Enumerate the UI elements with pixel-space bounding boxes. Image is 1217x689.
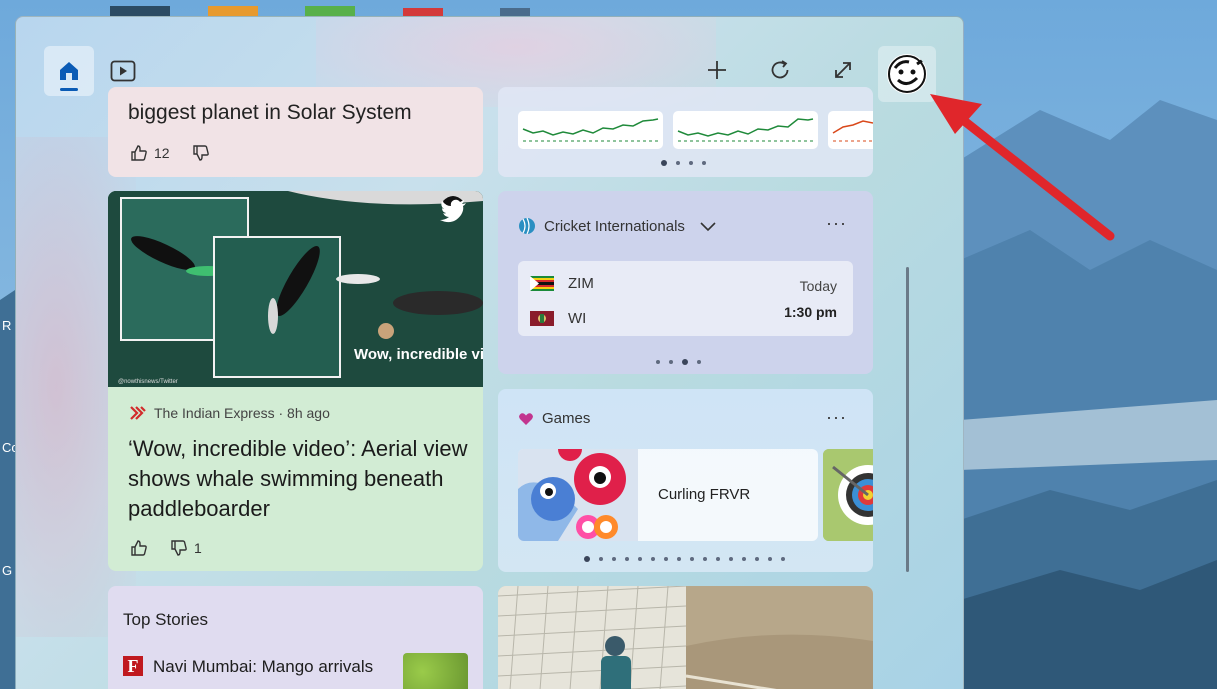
stock-sparkline[interactable] — [828, 111, 873, 149]
match-score-card[interactable]: ZIM WI Today 1:30 pm — [518, 261, 853, 336]
story-thumbnail — [403, 653, 468, 689]
news-card-whale[interactable]: Wow, incredible video!! @nowthisnews/Twi… — [108, 191, 483, 571]
stock-sparkline[interactable] — [673, 111, 818, 149]
match-time: 1:30 pm — [784, 304, 837, 320]
plus-icon — [708, 61, 726, 79]
news-image: Wow, incredible video!! @nowthisnews/Twi… — [108, 191, 483, 387]
news-source: The Indian Express · 8h ago — [128, 404, 330, 422]
expand-icon — [835, 62, 851, 78]
game-tile[interactable] — [823, 449, 873, 541]
story-item[interactable]: F Navi Mumbai: Mango arrivals — [123, 656, 398, 678]
team-row: ZIM — [530, 275, 594, 292]
news-card-photo[interactable] — [498, 586, 873, 689]
stocks-card[interactable] — [498, 87, 873, 177]
widgets-panel: biggest planet in Solar System 12 Wow, i… — [15, 16, 964, 689]
reactions-row: 1 — [130, 539, 202, 557]
tab-home[interactable] — [44, 46, 94, 96]
whale-aerial-photo: Wow, incredible video!! @nowthisnews/Twi… — [108, 191, 483, 387]
game-title: Curling FRVR — [658, 486, 751, 503]
chevron-down-icon[interactable] — [699, 220, 717, 232]
publisher-logo-icon — [130, 406, 146, 420]
avatar-face-icon — [888, 55, 926, 93]
home-icon — [60, 62, 78, 80]
widget-header: Games — [518, 410, 590, 427]
sparkline-chart — [677, 118, 814, 142]
curling-game-art — [518, 449, 638, 541]
refresh-button[interactable] — [760, 50, 800, 90]
expand-button[interactable] — [823, 50, 863, 90]
reactions-row: 12 — [130, 144, 210, 162]
desktop-icon-label: R — [2, 318, 12, 333]
news-card-planet[interactable]: biggest planet in Solar System 12 — [108, 87, 483, 177]
team-row: WI — [530, 310, 586, 327]
thumbs-down-icon[interactable] — [170, 539, 188, 557]
image-overlay-text: Wow, incredible video!! — [354, 346, 483, 363]
heart-icon — [519, 412, 533, 425]
news-title: biggest planet in Solar System — [128, 101, 412, 124]
sparkline-chart — [832, 120, 873, 142]
widget-header[interactable]: Cricket Internationals — [518, 217, 717, 235]
cricket-practice-photo — [498, 586, 873, 689]
add-widget-button[interactable] — [697, 50, 737, 90]
profile-button[interactable] — [878, 46, 936, 102]
archery-game-art — [823, 449, 873, 541]
zimbabwe-flag-icon — [530, 276, 554, 291]
more-options-button[interactable]: ··· — [826, 213, 847, 234]
refresh-icon — [771, 60, 789, 79]
match-day: Today — [799, 278, 837, 294]
game-thumbnail — [518, 449, 638, 541]
widget-title: Cricket Internationals — [544, 217, 685, 235]
cricket-widget[interactable]: Cricket Internationals ··· ZIM WI Today … — [498, 191, 873, 374]
stories-header: Top Stories — [123, 610, 209, 629]
like-count: 12 — [154, 145, 170, 161]
story-title: Navi Mumbai: Mango arrivals — [153, 657, 374, 676]
west-indies-flag-icon — [530, 311, 554, 326]
games-widget[interactable]: Games ··· Curling FRVR — [498, 389, 873, 572]
news-title[interactable]: ‘Wow, incredible video’: Aerial view sho… — [128, 434, 468, 524]
stock-sparkline[interactable] — [518, 111, 663, 149]
video-icon — [110, 60, 136, 82]
image-credit: @nowthisnews/Twitter — [118, 379, 178, 385]
cricket-ball-icon — [519, 217, 535, 235]
game-tile[interactable]: Curling FRVR — [518, 449, 818, 541]
scrollbar[interactable] — [906, 267, 909, 572]
sparkline-chart — [522, 118, 659, 142]
publisher-logo-icon: F — [123, 656, 143, 676]
thumbs-down-icon[interactable] — [192, 144, 210, 162]
dislike-count: 1 — [194, 540, 202, 556]
more-options-button[interactable]: ··· — [826, 407, 847, 428]
carousel-pager[interactable] — [584, 556, 785, 562]
thumbs-up-icon[interactable] — [130, 144, 148, 162]
carousel-pager[interactable] — [656, 359, 701, 365]
team-name: WI — [568, 310, 587, 327]
top-stories-card[interactable]: Top Stories F Navi Mumbai: Mango arrival… — [108, 586, 483, 689]
desktop-icon-label: G — [2, 563, 13, 578]
source-text: The Indian Express · 8h ago — [154, 405, 330, 421]
carousel-pager[interactable] — [661, 160, 706, 166]
avatar — [887, 54, 927, 94]
widget-title: Games — [542, 410, 591, 427]
twitter-icon — [440, 199, 466, 223]
thumbs-up-icon[interactable] — [130, 539, 148, 557]
team-name: ZIM — [568, 275, 594, 292]
